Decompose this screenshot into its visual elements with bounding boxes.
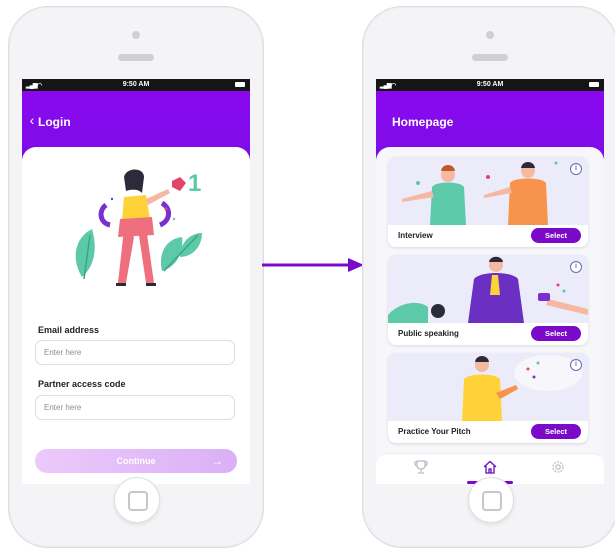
badge-number: 1 <box>188 170 201 197</box>
page-title: Login <box>38 115 71 129</box>
card-practice-pitch[interactable]: i Practice Your Pitch Select <box>388 353 588 443</box>
partner-code-field[interactable]: Enter here <box>35 395 235 420</box>
earpiece-speaker <box>118 54 154 61</box>
public-speaking-illustration <box>388 255 588 323</box>
status-time: 9:50 AM <box>476 81 504 88</box>
continue-button[interactable]: Continue → <box>35 449 237 473</box>
card-footer: Interview Select <box>388 225 588 247</box>
login-screen: ▂▄▆ ◠ 9:50 AM ‹ Login 1 Email address En… <box>22 79 250 484</box>
battery-icon <box>589 82 599 87</box>
status-bar: ▂▄▆ ◠ 9:50 AM <box>22 79 250 91</box>
card-public-speaking[interactable]: i Public speaking Select <box>388 255 588 345</box>
arrow-right-icon: → <box>211 454 223 468</box>
trophy-icon[interactable] <box>409 460 433 480</box>
settings-icon[interactable] <box>546 460 570 480</box>
battery-icon <box>235 82 245 87</box>
continue-label: Continue <box>116 456 156 466</box>
card-title: Interview <box>398 231 433 240</box>
pitch-illustration <box>388 353 588 421</box>
phone-home-button <box>468 477 514 523</box>
home-screen: ▂▄▆ ◠ 9:50 AM Homepage i Interview Selec… <box>376 79 604 484</box>
phone-frame-home: ▂▄▆ ◠ 9:50 AM Homepage i Interview Selec… <box>362 6 615 548</box>
phone-frame-login: ▂▄▆ ◠ 9:50 AM ‹ Login 1 Email address En… <box>8 6 264 548</box>
select-button-interview[interactable]: Select <box>531 228 581 243</box>
card-footer: Public speaking Select <box>388 323 588 345</box>
info-icon[interactable]: i <box>570 261 582 273</box>
card-title: Public speaking <box>398 329 459 338</box>
card-interview[interactable]: i Interview Select <box>388 157 588 247</box>
front-camera <box>486 31 494 39</box>
front-camera <box>132 31 140 39</box>
card-title: Practice Your Pitch <box>398 427 471 436</box>
email-field[interactable]: Enter here <box>35 340 235 365</box>
earpiece-speaker <box>472 54 508 61</box>
select-button-practice-pitch[interactable]: Select <box>531 424 581 439</box>
info-icon[interactable]: i <box>570 359 582 371</box>
home-content: i Interview Select i Public speaking Sel… <box>376 147 604 484</box>
card-footer: Practice Your Pitch Select <box>388 421 588 443</box>
login-illustration: 1 <box>75 169 202 286</box>
interview-illustration <box>388 157 588 225</box>
flow-arrow-icon <box>262 258 364 272</box>
status-bar: ▂▄▆ ◠ 9:50 AM <box>376 79 604 91</box>
email-label: Email address <box>38 325 100 335</box>
info-icon[interactable]: i <box>570 163 582 175</box>
page-title: Homepage <box>392 115 454 129</box>
select-button-public-speaking[interactable]: Select <box>531 326 581 341</box>
login-content: 1 Email address Enter here Partner acces… <box>22 147 250 484</box>
partner-code-label: Partner access code <box>38 379 126 389</box>
phone-home-button <box>114 477 160 523</box>
status-time: 9:50 AM <box>122 81 150 88</box>
